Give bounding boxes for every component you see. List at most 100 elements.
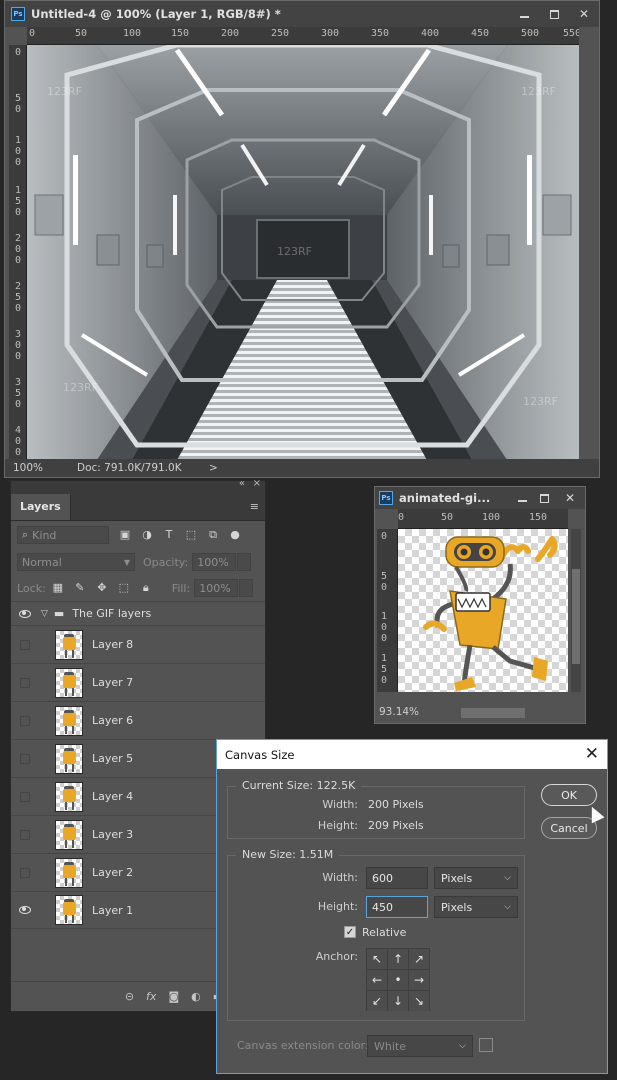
layer-row-7[interactable]: Layer 7 — [11, 663, 265, 701]
scroll-thumb[interactable] — [572, 569, 580, 664]
extension-color-select[interactable]: White ⌵ — [367, 1035, 473, 1057]
status-menu-arrow[interactable]: > — [209, 462, 218, 474]
layer-visibility-toggle[interactable] — [11, 829, 39, 840]
chevron-down-icon: ⌵ — [504, 873, 511, 883]
close-button[interactable]: ✕ — [555, 487, 585, 509]
layer-visibility-toggle[interactable] — [11, 791, 39, 802]
zoom-readout[interactable]: 100% — [13, 462, 73, 474]
blend-mode-select[interactable]: Normal ▼ — [17, 553, 135, 571]
maximize-button[interactable] — [533, 487, 555, 509]
gif-zoom-readout[interactable]: 93.14% — [379, 706, 419, 718]
anchor-top-left[interactable]: ↖ — [367, 949, 387, 969]
main-window-titlebar[interactable]: Ps Untitled-4 @ 100% (Layer 1, RGB/8#) *… — [5, 1, 599, 27]
ruler-label: 100 — [14, 135, 22, 168]
group-visibility-toggle[interactable] — [11, 609, 39, 618]
dialog-close-button[interactable]: ✕ — [585, 744, 599, 764]
lock-pixels-icon[interactable]: ✎ — [74, 582, 86, 594]
main-window-title: Untitled-4 @ 100% (Layer 1, RGB/8#) * — [31, 7, 281, 21]
horizontal-ruler[interactable]: 0 50 100 150 200 250 300 350 400 450 500… — [27, 27, 579, 45]
opacity-slider-toggle[interactable] — [237, 553, 252, 571]
ruler-label: 0 — [380, 531, 388, 542]
extension-color-swatch[interactable] — [479, 1038, 493, 1052]
anchor-bottom-right[interactable]: ↘ — [409, 991, 429, 1011]
gif-horizontal-ruler[interactable]: 0 50 100 150 — [398, 509, 568, 529]
layer-thumbnail — [55, 629, 83, 660]
filter-toggle-icon[interactable]: ● — [229, 529, 241, 541]
cancel-button[interactable]: Cancel — [541, 817, 597, 839]
layer-thumbnail — [55, 743, 83, 774]
layer-row-6[interactable]: Layer 6 — [11, 701, 265, 739]
ruler-label: 500 — [521, 28, 540, 39]
lock-position-icon[interactable]: ✥ — [96, 582, 108, 594]
layer-visibility-toggle[interactable] — [11, 753, 39, 764]
minimize-button[interactable] — [509, 3, 539, 25]
robot-canvas[interactable] — [398, 529, 568, 692]
anchor-bottom[interactable]: ↓ — [388, 991, 408, 1011]
layer-name: Layer 3 — [92, 828, 134, 841]
close-button[interactable]: ✕ — [569, 3, 599, 25]
relative-checkbox[interactable]: ✓ — [344, 926, 356, 938]
link-icon[interactable]: ⊝ — [125, 990, 134, 1003]
kind-filter-select[interactable]: ⌕ Kind — [17, 526, 109, 544]
layer-thumbnail — [55, 705, 83, 736]
chevron-down-icon: ⌵ — [459, 1041, 466, 1051]
mask-icon[interactable]: ◙ — [168, 990, 179, 1003]
minimize-button[interactable] — [511, 487, 533, 509]
layer-visibility-toggle[interactable] — [11, 715, 39, 726]
new-width-input[interactable]: 600 — [366, 867, 428, 889]
lock-all-icon[interactable]: 🔒︎ — [140, 582, 152, 594]
dialog-titlebar[interactable]: Canvas Size ✕ — [217, 740, 607, 769]
anchor-grid: ↖ ↑ ↗ ← • → ↙ ↓ ↘ — [366, 948, 430, 1011]
hidden-indicator — [20, 791, 30, 802]
type-filter-icon[interactable]: T — [163, 529, 175, 541]
smart-object-filter-icon[interactable]: ⧉ — [207, 529, 219, 541]
ruler-label: 100 — [380, 611, 388, 644]
maximize-button[interactable] — [539, 3, 569, 25]
collapse-panel-icon[interactable]: « — [239, 478, 245, 489]
anchor-top-right[interactable]: ↗ — [409, 949, 429, 969]
fill-input[interactable]: 100% — [194, 579, 239, 597]
eye-icon — [19, 609, 31, 618]
layer-visibility-toggle[interactable] — [11, 639, 39, 650]
search-icon: ⌕ — [22, 528, 29, 541]
width-unit-value: Pixels — [441, 871, 473, 885]
pixel-filter-icon[interactable]: ▣ — [119, 529, 131, 541]
gif-horizontal-scrollbar[interactable] — [461, 708, 525, 718]
layer-visibility-toggle[interactable] — [11, 906, 39, 914]
adjustment-icon[interactable]: ◐ — [191, 990, 201, 1003]
width-unit-select[interactable]: Pixels ⌵ — [434, 867, 518, 889]
photoshop-icon: Ps — [11, 7, 25, 21]
anchor-top[interactable]: ↑ — [388, 949, 408, 969]
anchor-bottom-left[interactable]: ↙ — [367, 991, 387, 1011]
shape-filter-icon[interactable]: ⬚ — [185, 529, 197, 541]
opacity-input[interactable]: 100% — [192, 553, 237, 571]
group-row[interactable]: ▽ ▬ The GIF layers — [11, 601, 265, 625]
gif-vertical-scrollbar[interactable] — [571, 529, 581, 692]
adjustment-filter-icon[interactable]: ◑ — [141, 529, 153, 541]
anchor-right[interactable]: → — [409, 970, 429, 990]
fx-icon[interactable]: fx — [146, 990, 156, 1003]
ok-button[interactable]: OK — [541, 784, 597, 806]
new-height-input[interactable]: 450 — [366, 896, 428, 918]
anchor-left[interactable]: ← — [367, 970, 387, 990]
anchor-center[interactable]: • — [388, 970, 408, 990]
ruler-label: 550 — [563, 28, 579, 39]
gif-vertical-ruler[interactable]: 0 50 100 150 — [377, 529, 398, 692]
tab-layers[interactable]: Layers — [11, 494, 71, 520]
layer-visibility-toggle[interactable] — [11, 677, 39, 688]
lock-artboard-icon[interactable]: ⬚ — [118, 582, 130, 594]
fill-slider-toggle[interactable] — [239, 579, 254, 597]
lock-transparent-icon[interactable]: ▦ — [52, 582, 64, 594]
corridor-canvas[interactable]: 123RF 123RF 123RF 123RF 123RF — [27, 45, 579, 460]
robot-image — [423, 536, 558, 691]
vertical-ruler[interactable]: 0 50 100 150 200 250 300 350 400 — [9, 45, 27, 460]
close-panel-icon[interactable]: × — [253, 478, 261, 489]
layer-row-8[interactable]: Layer 8 — [11, 625, 265, 663]
current-width-value: 200 Pixels — [368, 798, 424, 811]
hidden-indicator — [20, 677, 30, 688]
gif-window-titlebar[interactable]: Ps animated-gi... ✕ — [375, 487, 585, 509]
layer-visibility-toggle[interactable] — [11, 867, 39, 878]
height-unit-select[interactable]: Pixels ⌵ — [434, 896, 518, 918]
panel-menu-icon[interactable]: ≡ — [250, 500, 259, 513]
chevron-down-icon[interactable]: ▽ — [41, 609, 48, 619]
